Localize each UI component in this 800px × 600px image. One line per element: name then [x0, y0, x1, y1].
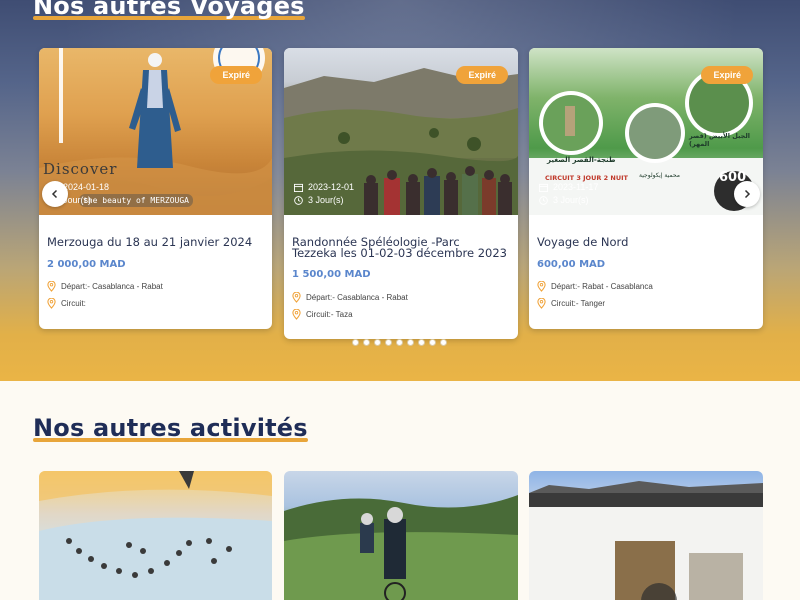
clock-icon	[294, 195, 303, 205]
location-pin-icon	[292, 309, 301, 320]
chevron-left-icon	[51, 189, 58, 199]
voyage-duration: 3 Jour(s)	[553, 195, 589, 205]
activity-photo-1	[39, 471, 272, 600]
carousel-dot[interactable]	[374, 339, 381, 346]
expired-badge: Expiré	[701, 66, 753, 84]
voyage-title[interactable]: Randonnée Spéléologie -Parc Tezzeka les …	[292, 236, 508, 259]
activity-card-2[interactable]	[284, 471, 518, 600]
carousel-next-button[interactable]	[734, 181, 760, 207]
photo-text-discover: Discover	[43, 160, 118, 178]
voyage-meta: 2023-11-17 3 Jour(s)	[539, 179, 598, 205]
activity-photo-2	[284, 495, 518, 600]
voyage-circuit: Circuit:	[47, 298, 86, 309]
carousel-dot[interactable]	[352, 339, 359, 346]
carousel-dot[interactable]	[418, 339, 425, 346]
voyage-depart: Départ:- Casablanca - Rabat	[292, 292, 408, 303]
photo-text-arabic-3: محمية إيكولوجية	[639, 172, 680, 179]
voyage-card-nord[interactable]: طنجة-القصر الصغير الجبل الأبيض (قصر المه…	[529, 48, 763, 329]
carousel-dot[interactable]	[363, 339, 370, 346]
carousel-dot[interactable]	[407, 339, 414, 346]
voyage-date: 2024-01-18	[63, 182, 110, 192]
clock-icon	[539, 195, 548, 205]
voyage-date: 2023-11-17	[553, 182, 599, 192]
carousel-prev-button[interactable]	[42, 181, 68, 207]
location-pin-icon	[292, 292, 301, 303]
voyage-photo-tezzeka: Expiré 2023-12-01 3 Jour(s)	[284, 48, 518, 215]
location-pin-icon	[47, 298, 56, 309]
calendar-icon	[539, 183, 548, 192]
location-pin-icon	[537, 281, 546, 292]
voyage-photo-nord: طنجة-القصر الصغير الجبل الأبيض (قصر المه…	[529, 48, 763, 215]
voyage-price: 600,00 MAD	[537, 259, 606, 270]
photo-text-arabic-1: طنجة-القصر الصغير	[547, 156, 616, 164]
voyage-title[interactable]: Merzouga du 18 au 21 janvier 2024	[47, 236, 262, 248]
activity-card-3[interactable]	[529, 471, 763, 600]
activity-card-1[interactable]	[39, 471, 272, 600]
voyage-duration: 3 Jour(s)	[308, 195, 344, 205]
voyage-circuit: Circuit:- Taza	[292, 309, 353, 320]
voyages-section: Nos autres Voyages Discover the beauty o…	[0, 0, 800, 381]
voyage-date: 2023-12-01	[308, 182, 355, 192]
voyage-card-merzouga[interactable]: Discover the beauty of MERZOUGA Expiré 2…	[39, 48, 272, 329]
calendar-icon	[294, 183, 303, 192]
voyage-depart: Départ:- Rabat - Casablanca	[537, 281, 653, 292]
voyage-price: 1 500,00 MAD	[292, 269, 371, 280]
carousel-dot[interactable]	[385, 339, 392, 346]
expired-badge: Expiré	[456, 66, 508, 84]
activites-section-title: Nos autres activités	[33, 414, 308, 442]
voyage-title[interactable]: Voyage de Nord	[537, 236, 753, 248]
voyage-card-tezzeka[interactable]: Expiré 2023-12-01 3 Jour(s) Randonnée Sp…	[284, 48, 518, 339]
voyage-price: 2 000,00 MAD	[47, 259, 126, 270]
carousel-dot[interactable]	[396, 339, 403, 346]
voyage-photo-merzouga: Discover the beauty of MERZOUGA Expiré 2…	[39, 48, 272, 215]
voyage-depart: Départ:- Casablanca - Rabat	[47, 281, 163, 292]
voyages-section-title: Nos autres Voyages	[33, 0, 305, 20]
carousel-dot[interactable]	[429, 339, 436, 346]
photo-text-arabic-2: الجبل الأبيض (قصر المهر)	[689, 132, 751, 148]
voyage-circuit: Circuit:- Tanger	[537, 298, 605, 309]
activity-photo-3	[529, 481, 763, 600]
carousel-dot[interactable]	[440, 339, 447, 346]
expired-badge: Expiré	[210, 66, 262, 84]
location-pin-icon	[47, 281, 56, 292]
voyage-meta: 2023-12-01 3 Jour(s)	[294, 179, 354, 205]
chevron-right-icon	[744, 189, 751, 199]
carousel-dots	[352, 339, 447, 346]
location-pin-icon	[537, 298, 546, 309]
